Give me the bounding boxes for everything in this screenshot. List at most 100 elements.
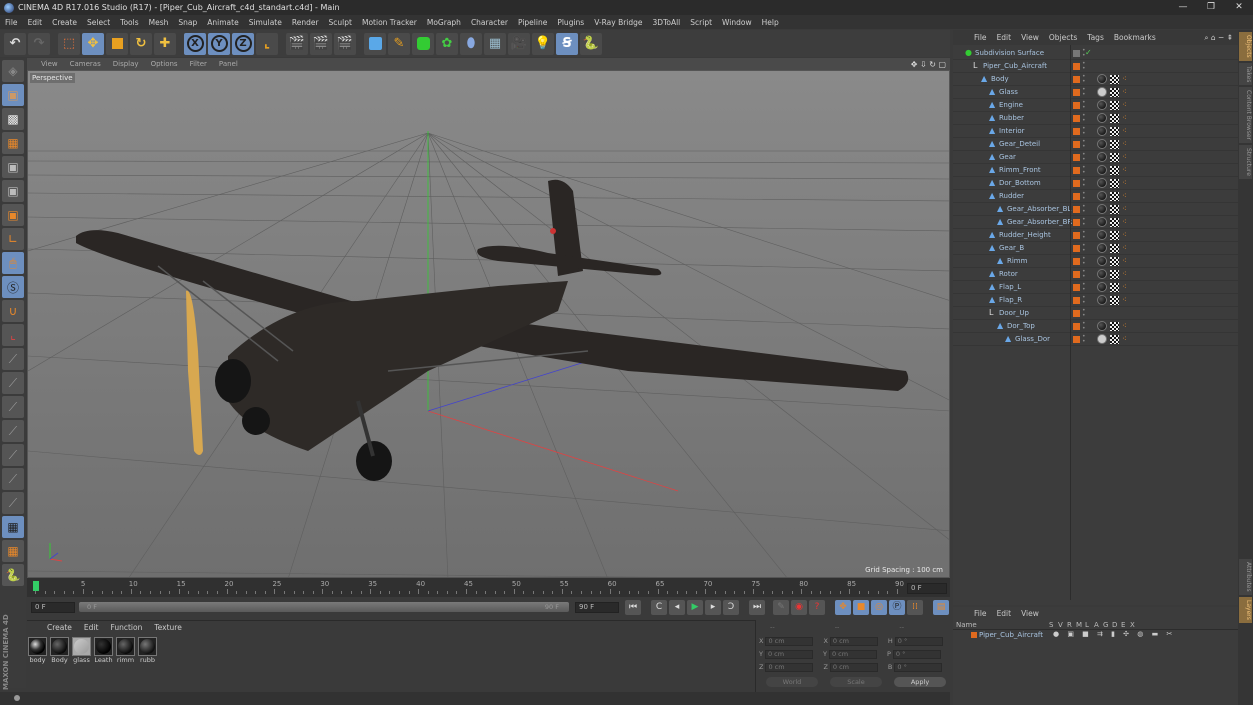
- layer-column-header[interactable]: L: [1085, 621, 1089, 629]
- object-row[interactable]: ▲ Glass • • ⁖: [953, 86, 1238, 99]
- visibility-dots-icon[interactable]: • •: [1082, 269, 1086, 280]
- uvw-tag-icon[interactable]: [1110, 153, 1119, 162]
- visibility-dots-icon[interactable]: • •: [1082, 334, 1086, 345]
- uvw-tag-icon[interactable]: [1110, 166, 1119, 175]
- layer-tag-icon[interactable]: [1073, 336, 1080, 343]
- cloner-button[interactable]: ✿: [436, 32, 458, 55]
- layer-column-header[interactable]: V: [1058, 621, 1063, 629]
- menu-help[interactable]: Help: [757, 18, 784, 27]
- render-view-button[interactable]: 🎬: [286, 32, 308, 55]
- render-settings-button[interactable]: 🎬: [334, 32, 356, 55]
- menu-pipeline[interactable]: Pipeline: [513, 18, 552, 27]
- points-mode-button[interactable]: ▣: [2, 156, 24, 178]
- layer-column-header[interactable]: D: [1112, 621, 1117, 629]
- redo-button[interactable]: ↷: [28, 32, 50, 55]
- material-menu-create[interactable]: Create: [41, 623, 78, 632]
- selection-tag-icon[interactable]: ⁖: [1122, 191, 1127, 200]
- solo-button[interactable]: Ⓢ: [2, 276, 24, 298]
- object-row[interactable]: ▲ Engine • • ⁖: [953, 99, 1238, 112]
- visibility-dots-icon[interactable]: • •: [1082, 87, 1086, 98]
- material-tag-icon[interactable]: [1097, 100, 1107, 110]
- material-tag-icon[interactable]: [1097, 230, 1107, 240]
- material-tag-icon[interactable]: [1097, 256, 1107, 266]
- object-row[interactable]: L Door_Up • •: [953, 307, 1238, 320]
- menu-edit[interactable]: Edit: [23, 18, 48, 27]
- layer-tag-icon[interactable]: [1073, 141, 1080, 148]
- play-button[interactable]: ▶: [687, 600, 703, 615]
- menu-character[interactable]: Character: [466, 18, 513, 27]
- visibility-dots-icon[interactable]: • •: [1082, 191, 1086, 202]
- visibility-dots-icon[interactable]: • •: [1082, 165, 1086, 176]
- material-tag-icon[interactable]: [1097, 334, 1107, 344]
- next-frame-button[interactable]: ▸: [705, 600, 721, 615]
- selection-tag-icon[interactable]: ⁖: [1122, 139, 1127, 148]
- material-tag-icon[interactable]: [1097, 165, 1107, 175]
- visibility-dots-icon[interactable]: • •: [1082, 308, 1086, 319]
- layer-column-header[interactable]: G: [1103, 621, 1108, 629]
- layer-column-header[interactable]: E: [1121, 621, 1125, 629]
- menu-mesh[interactable]: Mesh: [144, 18, 174, 27]
- position-z-field[interactable]: 0 cm: [765, 662, 814, 672]
- material-tag-icon[interactable]: [1097, 269, 1107, 279]
- scale-button[interactable]: [106, 32, 128, 55]
- uvw-tag-icon[interactable]: [1110, 270, 1119, 279]
- selection-tag-icon[interactable]: ⁖: [1122, 113, 1127, 122]
- apply-button[interactable]: Apply: [894, 677, 946, 687]
- uvw-tag-icon[interactable]: [1110, 322, 1119, 331]
- object-row[interactable]: ▲ Flap_R • • ⁖: [953, 294, 1238, 307]
- cube-button[interactable]: [364, 32, 386, 55]
- selection-tag-icon[interactable]: ⁖: [1122, 74, 1127, 83]
- uvw-tag-icon[interactable]: [1110, 205, 1119, 214]
- rotation-h-field[interactable]: 0 °: [894, 636, 943, 646]
- selection-tag-icon[interactable]: ⁖: [1122, 100, 1127, 109]
- object-row[interactable]: ▲ Glass_Dor • • ⁖: [953, 333, 1238, 346]
- tab-objects[interactable]: Objects: [1239, 32, 1252, 61]
- python-tool-button[interactable]: 🐍: [2, 564, 24, 586]
- visibility-dots-icon[interactable]: • •: [1082, 230, 1086, 241]
- visibility-dots-icon[interactable]: • •: [1082, 139, 1086, 150]
- menu-create[interactable]: Create: [47, 18, 82, 27]
- polygons-mode-button[interactable]: ▣: [2, 204, 24, 226]
- layer-tag-icon[interactable]: [1073, 193, 1080, 200]
- object-row[interactable]: ▲ Dor_Bottom • • ⁖: [953, 177, 1238, 190]
- material-menu-texture[interactable]: Texture: [148, 623, 187, 632]
- z-axis-button[interactable]: Z: [232, 32, 254, 55]
- close-button[interactable]: ✕: [1225, 0, 1253, 15]
- floor-button[interactable]: ▦: [484, 32, 506, 55]
- frame-range-slider[interactable]: 0 F 90 F: [79, 602, 569, 612]
- visibility-dots-icon[interactable]: • •: [1082, 295, 1086, 306]
- object-row[interactable]: ▲ Gear_Deteil • • ⁖: [953, 138, 1238, 151]
- object-menu-file[interactable]: File: [969, 33, 992, 42]
- layer-tag-icon[interactable]: [1073, 50, 1080, 57]
- object-menu-bookmarks[interactable]: Bookmarks: [1109, 33, 1161, 42]
- material-swatch[interactable]: rubb: [137, 637, 158, 664]
- uvw-tag-icon[interactable]: [1110, 127, 1119, 136]
- material-tag-icon[interactable]: [1097, 126, 1107, 136]
- scale-x-field[interactable]: 0 cm: [829, 636, 878, 646]
- move-button[interactable]: ✥: [82, 32, 104, 55]
- position-x-field[interactable]: 0 cm: [765, 636, 814, 646]
- material-menu-function[interactable]: Function: [104, 623, 148, 632]
- rotation-p-field[interactable]: 0 °: [892, 649, 941, 659]
- selection-tag-icon[interactable]: ⁖: [1122, 269, 1127, 278]
- material-tag-icon[interactable]: [1097, 152, 1107, 162]
- layer-tag-icon[interactable]: [1073, 245, 1080, 252]
- tab-attributes[interactable]: Attributes: [1239, 559, 1252, 595]
- visibility-dots-icon[interactable]: • •: [1082, 74, 1086, 85]
- uvw-tag-icon[interactable]: [1110, 179, 1119, 188]
- viewport[interactable]: Perspective Grid Spacing : 100 cm: [27, 70, 950, 578]
- viewport-menu-filter[interactable]: Filter: [184, 60, 213, 68]
- layer-tag-icon[interactable]: [1073, 232, 1080, 239]
- sculpt-button-2[interactable]: ⟋: [2, 372, 24, 394]
- layer-tag-icon[interactable]: [1073, 89, 1080, 96]
- start-frame-field[interactable]: 0 F: [31, 602, 75, 613]
- deformer-button[interactable]: ⬮: [460, 32, 482, 55]
- key-rotation-button[interactable]: ◎: [871, 600, 887, 615]
- camera-button[interactable]: 🎥: [508, 32, 530, 55]
- key-position-button[interactable]: ✥: [835, 600, 851, 615]
- sculpt-button-6[interactable]: ⟋: [2, 468, 24, 490]
- menu-motion-tracker[interactable]: Motion Tracker: [357, 18, 422, 27]
- sculpt-button-1[interactable]: ⟋: [2, 348, 24, 370]
- object-row[interactable]: ▲ Rimm_Front • • ⁖: [953, 164, 1238, 177]
- visibility-dots-icon[interactable]: • •: [1082, 321, 1086, 332]
